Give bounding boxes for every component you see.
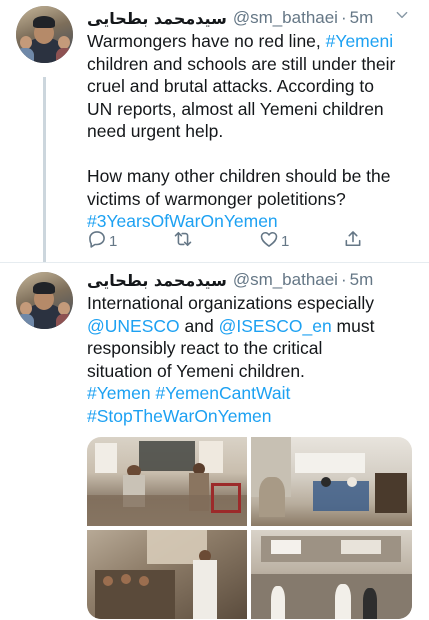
timestamp[interactable]: 5m [350,8,374,28]
reply-icon [87,229,107,253]
tweet-text-line [87,143,415,166]
tweet-text-line: children and schools are still under the… [87,53,415,76]
tweet-text-line: situation of Yemeni children. [87,360,415,383]
text-segment: situation of Yemeni children. [87,360,305,381]
text-segment: must [331,315,375,336]
mention-link[interactable]: @UNESCO [87,316,180,336]
separator: · [340,8,347,27]
tweet-text-line: need urgent help. [87,120,415,143]
text-segment: responsibly react to the critical [87,338,323,358]
author-handle[interactable]: @sm_bathaei [233,8,338,28]
tweet-text-line: cruel and brutal attacks. According to [87,75,415,98]
photo-grid [87,437,412,619]
text-segment: need urgent help. [87,121,224,141]
tweet[interactable]: سیدمحمد بطحایی @sm_bathaei · 5m Warmonge… [0,0,429,262]
hashtag-link[interactable]: #YemenCantWait [155,383,290,403]
author-name[interactable]: سیدمحمد بطحایی [87,271,227,290]
reply-button[interactable]: 1 [87,229,117,253]
hashtag-link[interactable]: #StopTheWarOnYemen [87,406,272,426]
text-segment: UN reports, almost all Yemeni children [87,98,384,119]
photo-boys-in-ruins[interactable] [87,530,247,619]
tweet-text-line: responsibly react to the critical [87,337,415,360]
retweet-button[interactable] [173,229,195,253]
tweet-text-line: How many other children should be the [87,165,415,188]
text-segment: children and schools are still under the… [87,53,396,74]
tweet-text-line: #Yemen #YemenCantWait [87,382,415,405]
like-button[interactable]: 1 [259,229,289,253]
separator: · [340,270,347,289]
share-button[interactable] [343,229,363,253]
tweet-text-line: UN reports, almost all Yemeni children [87,98,415,121]
tweet-text: International organizations especially @U… [87,292,415,427]
hashtag-link[interactable]: #Yemeni [326,31,393,51]
tweet-header: سیدمحمد بطحایی @sm_bathaei · 5m [87,6,415,30]
reply-count: 1 [109,232,118,250]
tweet-text-line: #StopTheWarOnYemen [87,405,415,428]
share-icon [343,229,363,253]
tweet-text-line: victims of warmonger poletitions? [87,188,415,211]
hashtag-link[interactable]: #3YearsOfWarOnYemen [87,211,278,231]
like-icon [259,229,279,253]
tweet-text-line: International organizations especially [87,292,415,315]
tweet-actions: 1 1 [87,230,387,252]
tweet-text: Warmongers have no red line, #Yemeni chil… [87,30,415,233]
tweet-text-line: @UNESCO and @ISESCO_en must [87,315,415,338]
avatar[interactable] [16,272,73,329]
tweet-text-line: Warmongers have no red line, #Yemeni [87,30,415,53]
text-segment: International organizations especially [87,293,374,313]
text-segment: victims of warmonger poletitions? [87,188,346,209]
photo-classroom-rubble[interactable] [87,437,247,526]
text-segment: Warmongers have no red line, [87,31,326,51]
text-segment: cruel and brutal attacks. According to [87,76,374,96]
thread-line [43,77,46,262]
retweet-icon [173,229,193,253]
mention-link[interactable]: @ISESCO_en [219,316,332,336]
chevron-down-icon[interactable] [395,8,413,26]
text-segment: How many other children should be the [87,166,391,186]
like-count: 1 [281,232,290,250]
photo-girls-in-ruined-building[interactable] [251,530,412,619]
photo-damaged-classroom[interactable] [251,437,412,526]
avatar[interactable] [16,6,73,63]
text-segment: and [179,315,219,336]
author-name[interactable]: سیدمحمد بطحایی [87,9,227,28]
timestamp[interactable]: 5m [350,270,374,290]
author-handle[interactable]: @sm_bathaei [233,270,338,290]
hashtag-link[interactable]: #Yemen [87,383,151,403]
tweet-header: سیدمحمد بطحایی @sm_bathaei · 5m [87,268,415,292]
